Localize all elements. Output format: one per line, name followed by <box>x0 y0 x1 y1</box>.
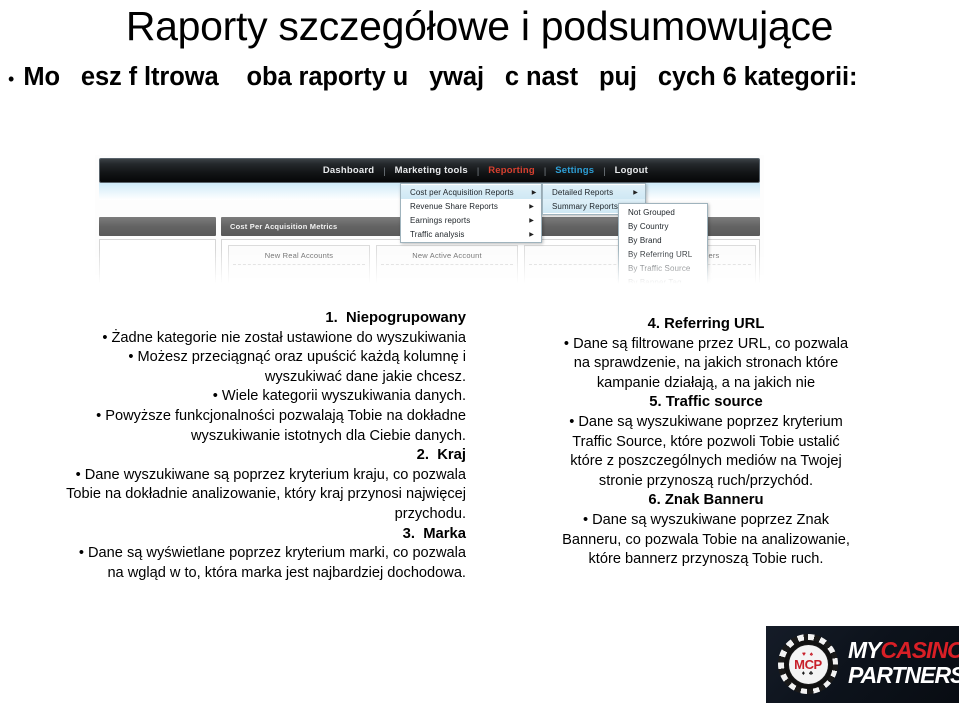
nav-item-settings[interactable]: Settings <box>546 165 603 176</box>
chip-ring: ♥ ♠ MCP ♦ ♣ <box>783 639 833 689</box>
section-bar-left <box>99 217 216 236</box>
menu-item-label: Summary Reports <box>552 201 618 211</box>
logo-word-partners: PARTNERS <box>848 662 959 688</box>
menu-item-label: By Referring URL <box>628 249 693 259</box>
item-6-bullet: • Dane są wyszukiwane poprzez Znak Banne… <box>562 511 850 568</box>
menu-item-traffic-analysis[interactable]: Traffic analysis ▶ <box>401 227 541 241</box>
chip-mcp-text: MCP <box>794 656 822 672</box>
reporting-dropdown-menu[interactable]: Cost per Acquisition Reports ▶ Revenue S… <box>400 183 542 243</box>
menu-item-label: Not Grouped <box>628 207 675 217</box>
item-5-number: 5. <box>649 394 662 411</box>
item-3-bullet: • Dane są wyświetlane poprzez kryterium … <box>78 545 466 581</box>
menu-item-by-country[interactable]: By Country <box>619 219 707 233</box>
subtitle-bullet-row: • Mo esz f ltrowa oba raporty u ywaj c n… <box>8 62 952 94</box>
menu-item-label: By Brand <box>628 235 662 245</box>
metric-card: New Real Accounts <box>228 245 370 285</box>
my-casino-partners-logo: ♥ ♠ MCP ♦ ♣ MYCASINO PARTNERS <box>766 626 959 703</box>
item-5-bullet: • Dane są wyszukiwane poprzez kryterium … <box>569 413 843 489</box>
item-6-number: 6. <box>648 492 661 509</box>
left-text-column: 1. Niepogrupowany • Żadne kategorie nie … <box>66 309 466 583</box>
embedded-screenshot: Dashboard | Marketing tools | Reporting … <box>95 155 764 285</box>
menu-item-label: Revenue Share Reports <box>410 201 498 211</box>
menu-item-label: By Country <box>628 221 669 231</box>
item-4-bullet: • Dane są filtrowane przez URL, co pozwa… <box>563 335 849 391</box>
nav-item-dashboard[interactable]: Dashboard <box>314 165 383 176</box>
item-4-title: Referring URL <box>664 316 765 332</box>
poker-chip-icon: ♥ ♠ MCP ♦ ♣ <box>778 634 838 694</box>
item-3-number: 3. <box>402 525 415 542</box>
bullet-icon: • <box>8 69 15 89</box>
menu-item-by-banner-tag[interactable]: By Banner Tag <box>619 275 707 286</box>
menu-item-label: Earnings reports <box>410 215 471 225</box>
item-5-title: Traffic source <box>665 394 763 411</box>
menu-item-label: Detailed Reports <box>552 187 614 197</box>
item-4-heading: 4. Referring URL <box>556 315 856 335</box>
logo-line-1: MYCASINO <box>848 638 959 663</box>
nav-item-logout[interactable]: Logout <box>606 165 657 176</box>
menu-item-revenue-share-reports[interactable]: Revenue Share Reports ▶ <box>401 199 541 213</box>
menu-item-label: Traffic analysis <box>410 229 465 239</box>
subtitle-text: Mo esz f ltrowa oba raporty u ywaj c nas… <box>23 63 858 91</box>
chevron-right-icon: ▶ <box>529 203 534 210</box>
nav-item-reporting[interactable]: Reporting <box>479 165 544 176</box>
item-1-bullet: • Możesz przeciągnąć oraz upuścić każdą … <box>128 349 466 385</box>
menu-item-detailed-reports[interactable]: Detailed Reports ▶ <box>543 185 645 199</box>
menu-item-by-brand[interactable]: By Brand <box>619 233 707 247</box>
item-4-number: 4. <box>647 316 660 332</box>
item-1-number: 1. <box>325 310 338 326</box>
item-2-number: 2. <box>416 447 429 464</box>
card-suits-bottom-icon: ♦ ♣ <box>801 669 815 677</box>
chevron-right-icon: ▶ <box>633 189 638 196</box>
menu-item-by-traffic-source[interactable]: By Traffic Source <box>619 261 707 275</box>
item-1-heading: 1. Niepogrupowany <box>66 309 466 329</box>
menu-item-not-grouped[interactable]: Not Grouped <box>619 205 707 219</box>
logo-word-my: MY <box>848 637 881 663</box>
menu-item-label: Cost per Acquisition Reports <box>410 187 514 197</box>
menu-item-cost-per-acquisition-reports[interactable]: Cost per Acquisition Reports ▶ <box>401 185 541 199</box>
item-1-bullet: • Powyższe funkcjonalności pozwalają Tob… <box>96 407 466 444</box>
item-1-bullet: • Wiele kategorii wyszukiwania danych. <box>212 388 466 405</box>
menu-item-label: By Banner Tag <box>628 277 682 286</box>
metric-card-rule <box>381 264 513 265</box>
logo-word-casino: CASINO <box>880 637 959 663</box>
item-6-heading: 6. Znak Banneru <box>556 491 856 511</box>
chevron-right-icon: ▶ <box>531 189 537 196</box>
item-3-heading: 3. Marka <box>66 525 466 545</box>
right-text-column: 4. Referring URL • Dane są filtrowane pr… <box>556 315 856 570</box>
item-2-title: Kraj <box>437 447 466 464</box>
app-navbar: Dashboard | Marketing tools | Reporting … <box>99 158 760 183</box>
metric-card-rule <box>233 264 365 265</box>
menu-item-label: By Traffic Source <box>628 263 691 273</box>
summary-reports-submenu[interactable]: Not Grouped By Country By Brand By Refer… <box>618 203 708 285</box>
metric-card-title: New Active Account <box>412 251 482 260</box>
panel-left <box>99 239 216 285</box>
chevron-right-icon: ▶ <box>529 231 534 238</box>
page-title: Raporty szczegółowe i podsumowujące <box>125 3 834 49</box>
chevron-right-icon: ▶ <box>529 217 534 224</box>
item-2-heading: 2. Kraj <box>66 446 466 466</box>
chip-inner: ♥ ♠ MCP ♦ ♣ <box>787 643 829 685</box>
metric-card: New Active Account <box>376 245 518 285</box>
item-6-title: Znak Banneru <box>664 492 764 509</box>
metric-card-title: New Real Accounts <box>264 251 334 260</box>
item-5-heading: 5. Traffic source <box>556 393 856 413</box>
item-2-bullet: • Dane wyszukiwane są poprzez kryterium … <box>66 466 466 522</box>
logo-line-2: PARTNERS <box>848 663 959 688</box>
menu-item-by-referring-url[interactable]: By Referring URL <box>619 247 707 261</box>
nav-item-marketing-tools[interactable]: Marketing tools <box>386 165 477 176</box>
item-3-title: Marka <box>423 525 466 542</box>
menu-item-earnings-reports[interactable]: Earnings reports ▶ <box>401 213 541 227</box>
logo-wordmark: MYCASINO PARTNERS <box>848 638 959 688</box>
item-1-bullet: • Żadne kategorie nie został ustawione d… <box>102 329 466 346</box>
item-1-title: Niepogrupowany <box>345 310 466 326</box>
